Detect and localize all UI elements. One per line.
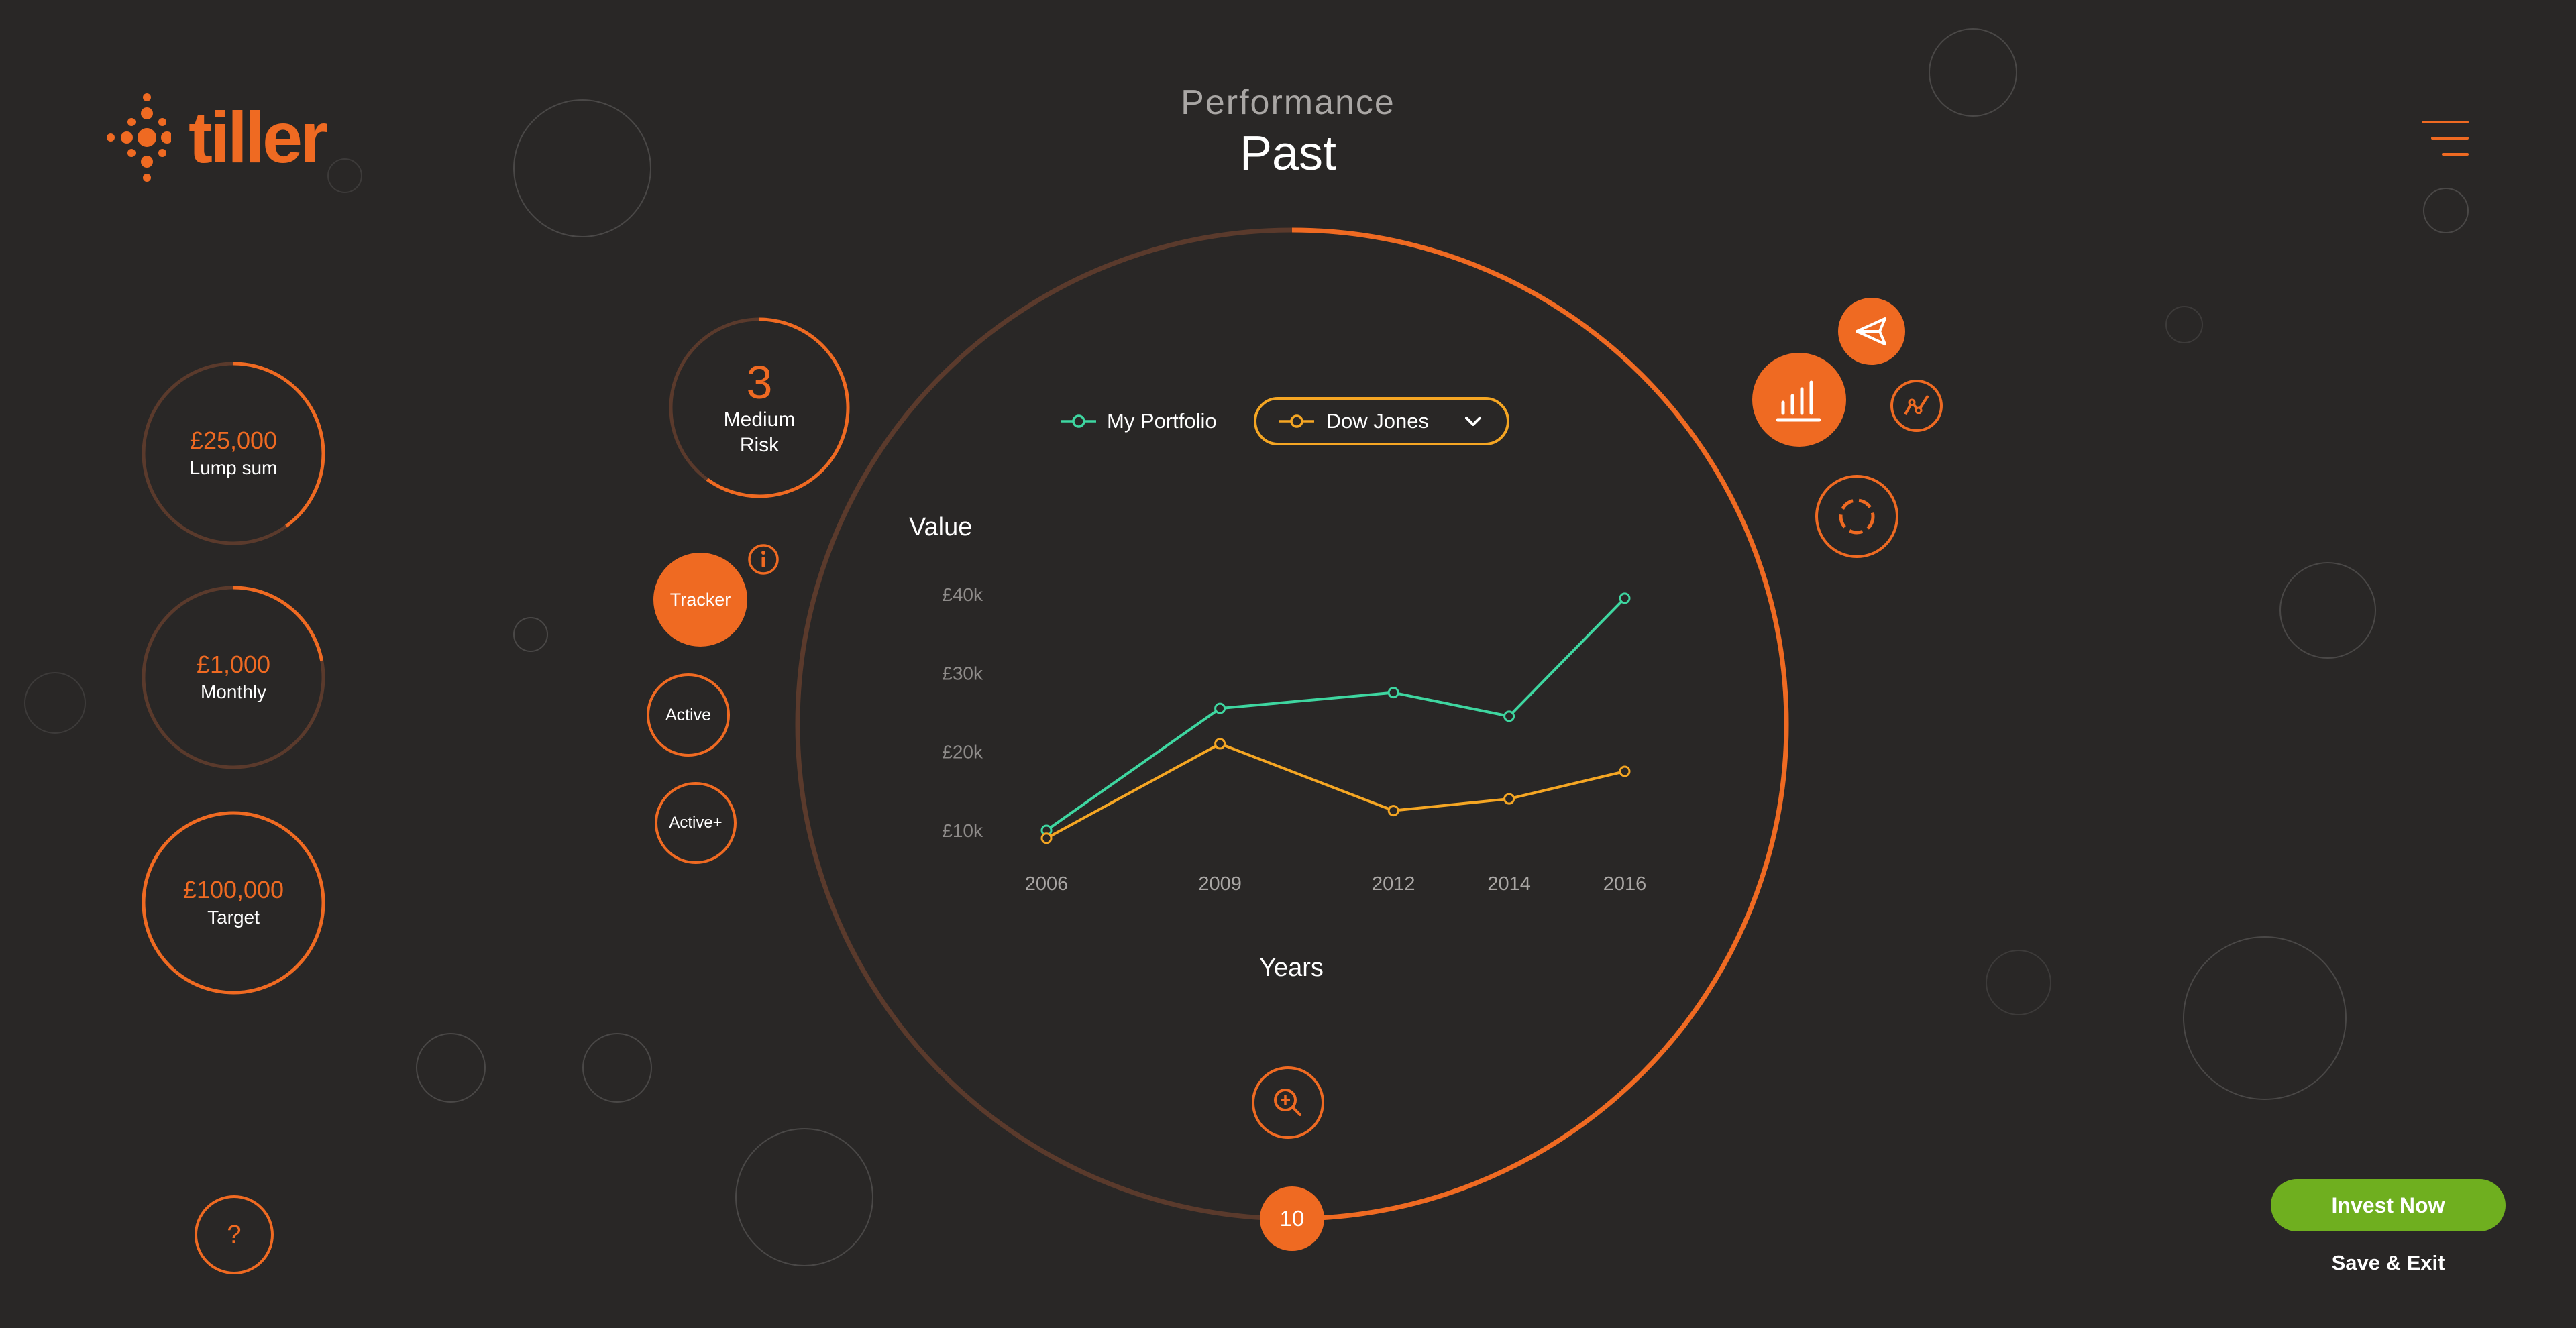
risk-level: 3 xyxy=(746,355,773,408)
line-chart-view-button[interactable] xyxy=(1890,380,1943,432)
decor-circle xyxy=(2183,936,2347,1100)
x-tick-label: 2012 xyxy=(1372,873,1415,895)
monthly-value: £1,000 xyxy=(196,651,271,679)
series-line-benchmark xyxy=(1046,742,1625,840)
lump-sum-dial[interactable]: £25,000 Lump sum xyxy=(141,361,326,546)
zoom-button[interactable] xyxy=(1252,1066,1324,1139)
line-chart-icon xyxy=(1904,394,1929,415)
legend-portfolio[interactable]: My Portfolio xyxy=(1060,409,1217,433)
decor-circle xyxy=(24,672,86,734)
page-title: Past xyxy=(1239,127,1337,181)
legend-portfolio-label: My Portfolio xyxy=(1107,409,1217,433)
y-tick-label: £10k xyxy=(942,820,983,841)
strategy-active-button[interactable]: Active xyxy=(647,673,730,757)
x-tick-label: 2009 xyxy=(1198,873,1242,895)
legend-line-icon xyxy=(1061,414,1096,428)
menu-line xyxy=(2431,137,2469,140)
x-axis-title: Years xyxy=(1259,954,1324,982)
chevron-down-icon xyxy=(1465,417,1482,426)
info-icon[interactable] xyxy=(747,543,780,575)
data-point[interactable] xyxy=(1040,832,1053,844)
decor-circle xyxy=(2165,306,2203,343)
decor-circle xyxy=(416,1033,486,1103)
lump-sum-label: Lump sum xyxy=(189,457,278,478)
save-exit-link[interactable]: Save & Exit xyxy=(2271,1251,2506,1275)
data-point[interactable] xyxy=(1619,592,1631,604)
x-tick-label: 2006 xyxy=(1025,873,1069,895)
menu-button[interactable] xyxy=(2422,121,2469,157)
data-point[interactable] xyxy=(1503,710,1515,722)
zoom-icon xyxy=(1274,1089,1301,1116)
invest-now-button[interactable]: Invest Now xyxy=(2271,1179,2506,1231)
decor-circle xyxy=(513,617,548,652)
series-line-portfolio xyxy=(1045,597,1626,832)
benchmark-dropdown[interactable]: Dow Jones xyxy=(1253,397,1510,445)
x-tick-label: 2016 xyxy=(1603,873,1647,895)
decor-circle xyxy=(2279,562,2376,659)
y-tick-label: £30k xyxy=(942,663,983,683)
data-point[interactable] xyxy=(1503,793,1515,805)
pie-view-button[interactable] xyxy=(1815,475,1898,558)
x-tick-label: 2014 xyxy=(1487,873,1531,895)
benchmark-label: Dow Jones xyxy=(1326,409,1430,433)
chart-legend: My Portfolio Dow Jones xyxy=(1060,397,1510,445)
loading-icon xyxy=(1839,498,1875,535)
y-axis-title: Value xyxy=(909,513,973,541)
y-tick-label: £40k xyxy=(942,584,983,605)
performance-line-chart: £10k £20k £30k £40k 2006 2009 2012 2014 2016 xyxy=(942,584,1647,895)
y-tick-label: £20k xyxy=(942,742,983,763)
strategy-active-plus-button[interactable]: Active+ xyxy=(655,782,737,864)
data-point[interactable] xyxy=(1619,765,1631,777)
strategy-tracker-button[interactable]: Tracker xyxy=(653,553,747,647)
target-dial[interactable]: £100,000 Target xyxy=(141,810,326,995)
decor-circle xyxy=(1986,950,2051,1015)
data-point[interactable] xyxy=(1387,805,1399,817)
decor-circle xyxy=(582,1033,652,1103)
data-point[interactable] xyxy=(1214,702,1226,714)
data-point[interactable] xyxy=(1387,687,1399,699)
share-button[interactable] xyxy=(1838,298,1905,365)
menu-line xyxy=(2442,153,2469,156)
lump-sum-value: £25,000 xyxy=(189,427,278,455)
page-subtitle: Performance xyxy=(1181,83,1395,122)
target-value: £100,000 xyxy=(182,876,284,904)
bar-chart-view-button[interactable] xyxy=(1752,353,1846,447)
decor-circle xyxy=(2423,188,2469,233)
risk-label-line2: Risk xyxy=(739,434,780,456)
share-icon xyxy=(1856,317,1886,345)
menu-line xyxy=(2422,121,2469,123)
bar-chart-icon xyxy=(1776,380,1821,422)
help-button[interactable]: ? xyxy=(195,1195,274,1274)
monthly-label: Monthly xyxy=(200,681,267,702)
legend-line-icon xyxy=(1279,414,1314,428)
risk-label-line1: Medium xyxy=(723,408,796,431)
data-point[interactable] xyxy=(1214,738,1226,750)
target-label: Target xyxy=(207,907,260,928)
page-heading: Performance Past xyxy=(0,83,2576,181)
monthly-dial[interactable]: £1,000 Monthly xyxy=(141,585,326,770)
timeline-years-handle[interactable]: 10 xyxy=(1260,1186,1324,1251)
